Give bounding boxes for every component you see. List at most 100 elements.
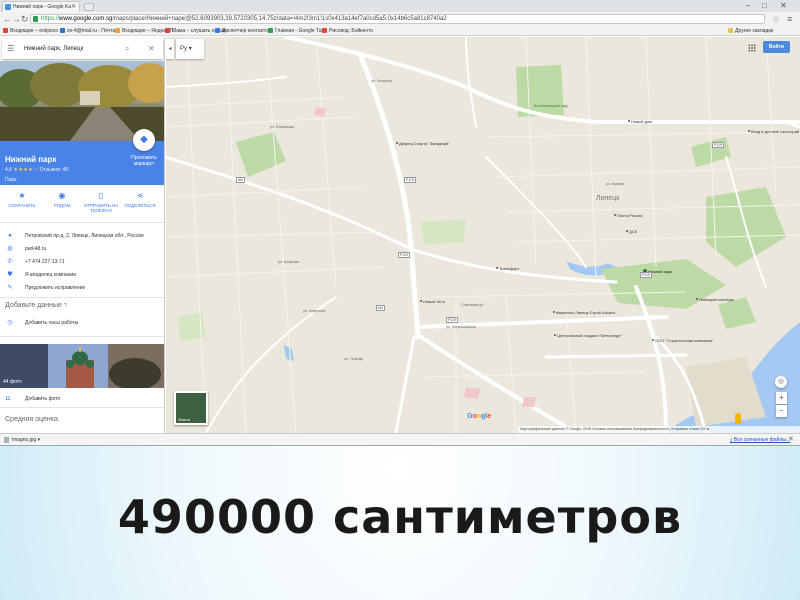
- satellite-toggle[interactable]: Земля: [174, 391, 208, 425]
- address-row[interactable]: ● Петровский пр-д, 2, Липецк, Липецкая об…: [0, 231, 164, 242]
- place-rating[interactable]: 4,6 ★★★★☆ Отзывов: 46: [5, 167, 68, 173]
- new-tab-button[interactable]: [84, 3, 94, 11]
- zoom-in-button[interactable]: +: [776, 392, 787, 404]
- browser-tab[interactable]: Нижний парк - Google Ka ✕: [2, 1, 80, 12]
- share-label: ПОДЕЛИТЬСЯ: [124, 203, 156, 208]
- bookmark-item[interactable]: ze-4@mail.ru - Почта: [60, 27, 115, 35]
- poi-label[interactable]: Кварталы Липецк Строй Альянс: [553, 310, 615, 315]
- bookmark-favicon-icon: [60, 28, 65, 33]
- save-icon: ★: [18, 191, 26, 200]
- maximize-icon[interactable]: □: [762, 0, 767, 12]
- nearby-button[interactable]: ◉ РЯДОМ: [42, 191, 82, 208]
- poi-label[interactable]: ДСК: [626, 229, 637, 234]
- map-canvas[interactable]: ◂ Ру ▾ Войти Липецк Нижний парк Дворец С…: [166, 37, 800, 433]
- route-shield: М4: [376, 305, 385, 311]
- send-to-phone-icon: ▯: [98, 191, 104, 200]
- sign-in-button[interactable]: Войти: [763, 41, 790, 53]
- language-button[interactable]: Ру ▾: [176, 39, 204, 59]
- website-row[interactable]: ◍ park48.ru: [0, 244, 164, 255]
- poi-label[interactable]: Почта России: [614, 213, 642, 218]
- poi-label[interactable]: Новый 48 гк: [420, 299, 445, 304]
- directions-icon: ◆: [140, 134, 148, 145]
- route-shield: Р119: [640, 272, 652, 278]
- poi-label[interactable]: Центральный стадион "Металлург": [554, 333, 622, 338]
- send-to-phone-button[interactable]: ▯ ОТПРАВИТЬ НА ТЕЛЕФОН: [81, 191, 121, 213]
- address-host: www.google.com.sg: [59, 16, 113, 22]
- maps-search-box[interactable]: ☰ Нижний парк, Липецк ⌕ ✕: [2, 39, 163, 59]
- directions-button[interactable]: ◆: [133, 129, 155, 151]
- bookmark-item[interactable]: Диспетчер контактов: [215, 27, 271, 35]
- place-type[interactable]: Парк: [5, 177, 16, 183]
- show-all-downloads-link[interactable]: ⤓ Все скачанные файлы...: [730, 435, 790, 445]
- other-bookmarks[interactable]: Другие закладки: [728, 27, 773, 35]
- poi-label[interactable]: Новый дом: [628, 119, 652, 124]
- poi-label[interactable]: Трансфорт: [496, 266, 519, 271]
- phone-row[interactable]: ✆ +7 474 227-13-71: [0, 257, 164, 268]
- bookmark-favicon-icon: [115, 28, 120, 33]
- claim-row[interactable]: ⛊ Я владелец компании: [0, 270, 164, 281]
- rating-value: 4,6: [5, 167, 12, 173]
- hamburger-menu-icon[interactable]: ☰: [7, 39, 14, 59]
- bookmark-favicon-icon: [165, 28, 170, 33]
- map-drawing: [166, 37, 800, 433]
- directions-label[interactable]: Проложить маршрут: [124, 155, 164, 167]
- save-label: СОХРАНИТЬ: [8, 203, 36, 208]
- bookmark-favicon-icon: [215, 28, 220, 33]
- bookmark-item[interactable]: Главная - Google Таб: [268, 27, 324, 35]
- suggest-edit-row[interactable]: ✎ Предложить исправление: [0, 283, 164, 294]
- poi-label: Ботанический сад: [534, 103, 568, 108]
- google-logo: Google: [467, 413, 491, 420]
- poi-label[interactable]: ООО "Строительная компания": [652, 338, 713, 343]
- my-location-icon[interactable]: ◎: [775, 376, 787, 388]
- clock-icon: ◷: [7, 320, 13, 326]
- poi-label[interactable]: Липецкий колледж: [696, 297, 734, 302]
- route-shield: Р119: [404, 177, 416, 183]
- share-icon: ⋖: [136, 191, 144, 200]
- browser-toolbar: ← → ↻ https://www.google.com.sg/maps/pla…: [0, 12, 800, 26]
- reload-icon[interactable]: ↻: [21, 13, 29, 25]
- bookmark-item[interactable]: Входящие – evbpezo: [3, 27, 58, 35]
- tab-title: Нижний парк - Google Ka: [13, 4, 72, 10]
- downloads-close-icon[interactable]: ✕: [788, 434, 794, 445]
- collapse-panel-button[interactable]: ◂: [166, 39, 174, 59]
- address-scheme: https://: [41, 16, 60, 22]
- street-label: ул. Плеханова: [270, 125, 295, 129]
- poi-label[interactable]: Вход в детский санаторий Ростовский: [748, 129, 800, 134]
- menu-icon[interactable]: ≡: [787, 13, 792, 25]
- zoom-out-button[interactable]: −: [776, 405, 787, 417]
- bookmark-item[interactable]: Рисовод: Бойкенто: [322, 27, 373, 35]
- address-path: /maps/place/Нижний+парк/@52.6093903,39.5…: [112, 16, 447, 22]
- pin-icon: ●: [8, 233, 12, 239]
- help-icon[interactable]: ?: [64, 303, 67, 309]
- downloaded-file[interactable]: images.jpg ▾: [4, 435, 40, 445]
- nearby-label: РЯДОМ: [53, 203, 71, 208]
- window-close-icon[interactable]: ✕: [780, 0, 787, 12]
- add-missing-title: Добавьте данные ?: [5, 302, 67, 309]
- search-input[interactable]: Нижний парк, Липецк: [24, 39, 83, 59]
- share-button[interactable]: ⋖ ПОДЕЛИТЬСЯ: [120, 191, 160, 208]
- apps-grid-icon[interactable]: [748, 44, 756, 52]
- review-count[interactable]: Отзывов: 46: [40, 167, 68, 173]
- photos-strip[interactable]: 44 фото: [0, 344, 164, 388]
- divider: [0, 407, 164, 408]
- search-icon[interactable]: ⌕: [125, 39, 129, 59]
- poi-label[interactable]: Дворец Спорта "Звездный": [396, 141, 449, 146]
- bookmark-star-icon[interactable]: ☆: [772, 13, 780, 25]
- divider: [0, 336, 164, 337]
- close-icon[interactable]: ✕: [148, 39, 155, 59]
- tab-close-icon[interactable]: ✕: [71, 2, 76, 12]
- street-view-pegman-icon[interactable]: [735, 413, 741, 424]
- bookmark-favicon-icon: [268, 28, 273, 33]
- church-photo-drawing: [0, 344, 164, 388]
- map-attribution[interactable]: Картографические данные © Google, 2016 У…: [518, 426, 800, 433]
- back-icon[interactable]: ←: [3, 13, 12, 25]
- add-photo-row[interactable]: ◘ Добавить фото: [0, 393, 164, 405]
- forward-icon[interactable]: →: [12, 13, 21, 25]
- phone-icon: ✆: [7, 259, 13, 265]
- address-bar[interactable]: https://www.google.com.sg/maps/place/Ниж…: [30, 14, 765, 24]
- add-hours-row[interactable]: ◷ Добавить часы работы: [0, 318, 164, 329]
- minimize-icon[interactable]: –: [746, 0, 750, 12]
- globe-icon: ◍: [7, 246, 13, 252]
- save-button[interactable]: ★ СОХРАНИТЬ: [2, 191, 42, 208]
- slide-caption: 490000 сантиметров: [117, 490, 683, 544]
